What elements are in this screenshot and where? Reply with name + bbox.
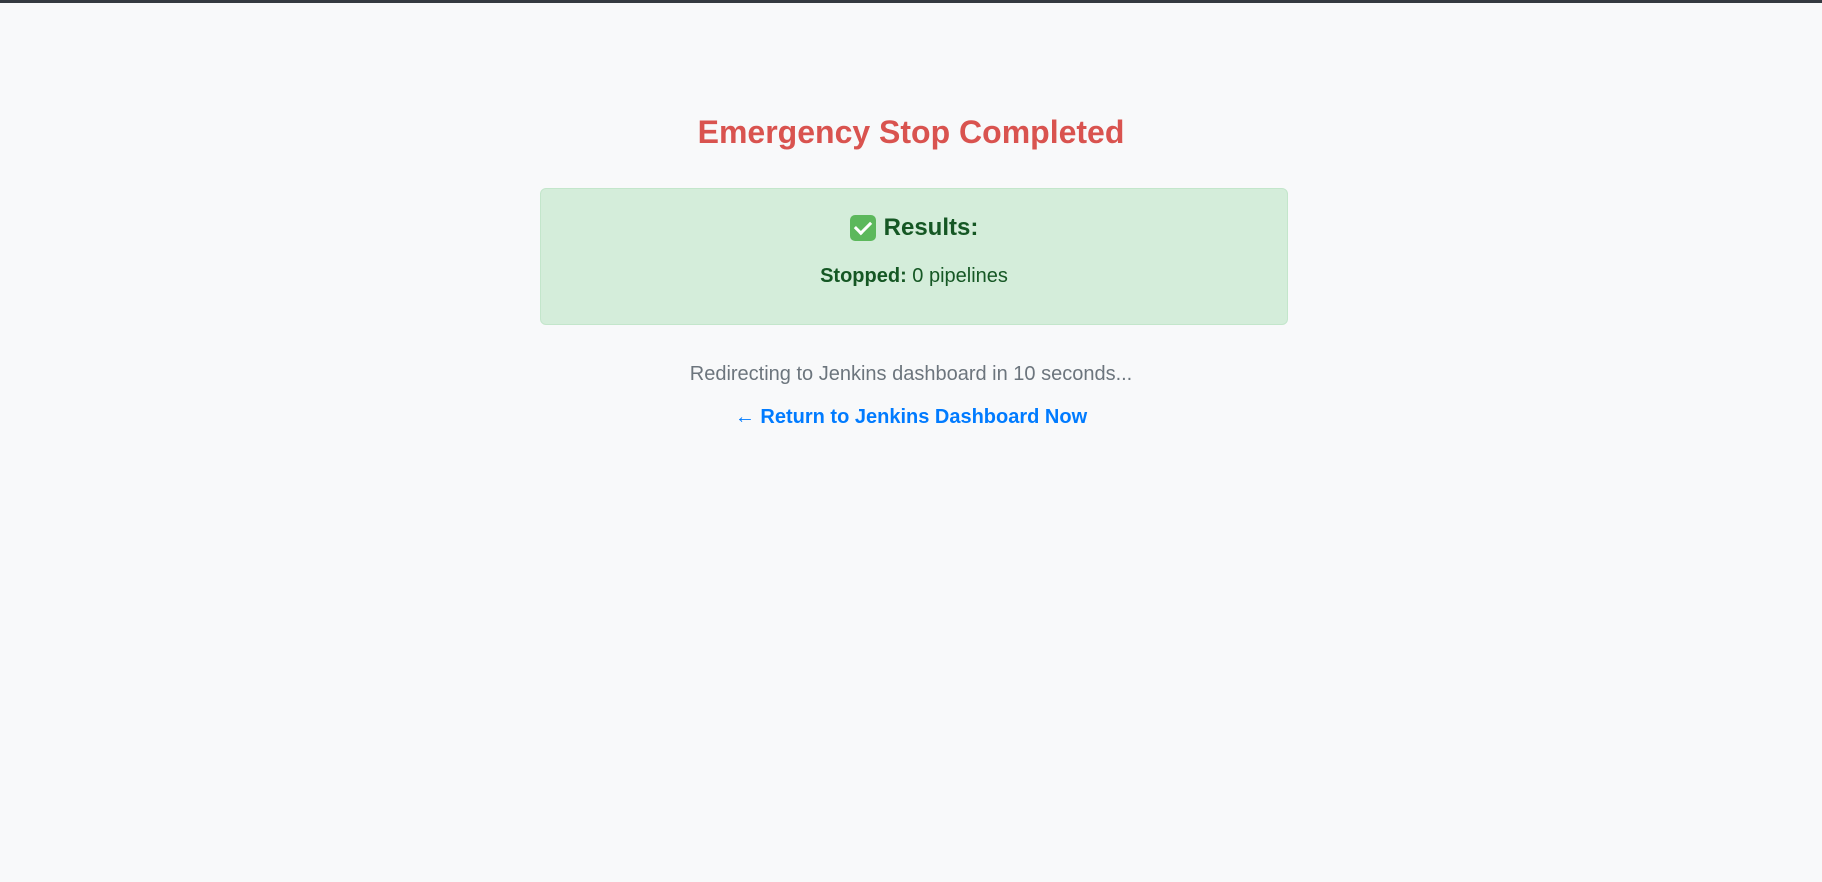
return-link-wrapper: ← Return to Jenkins Dashboard Now: [0, 405, 1822, 429]
left-arrow-icon: ←: [734, 406, 755, 428]
results-heading: Results:: [541, 213, 1287, 243]
return-to-dashboard-link[interactable]: ← Return to Jenkins Dashboard Now: [735, 406, 1087, 428]
stopped-summary: Stopped: 0 pipelines: [541, 264, 1287, 288]
stopped-label: Stopped:: [820, 265, 907, 287]
stopped-value: 0 pipelines: [912, 265, 1008, 287]
page-title: Emergency Stop Completed: [697, 114, 1125, 150]
return-link-label: Return to Jenkins Dashboard Now: [760, 406, 1088, 428]
results-panel: Results: Stopped: 0 pipelines: [540, 188, 1288, 325]
results-heading-label: Results:: [883, 214, 979, 241]
check-mark-icon: [849, 215, 876, 241]
top-border: [0, 0, 1822, 3]
redirect-message: Redirecting to Jenkins dashboard in 10 s…: [689, 363, 1133, 385]
